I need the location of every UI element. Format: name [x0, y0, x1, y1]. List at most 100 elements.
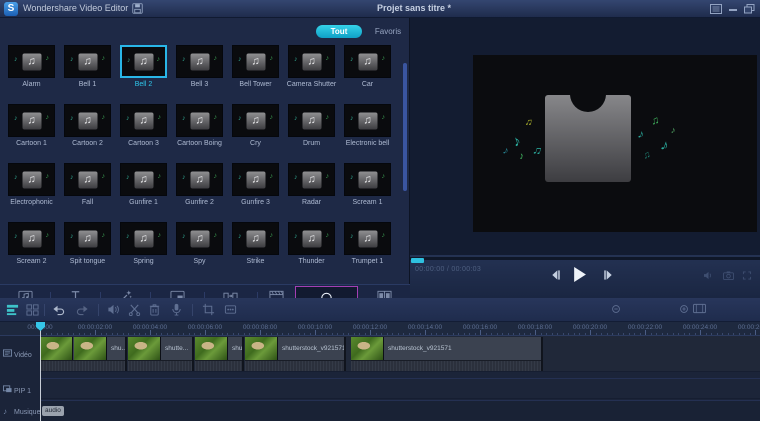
- play-button[interactable]: [573, 267, 586, 282]
- sound-item[interactable]: ♪♫♪Spit tongue: [60, 222, 116, 265]
- track-header-pip-1[interactable]: PIP 1: [0, 385, 40, 395]
- video-clip[interactable]: shutterstock_v921571: [245, 337, 346, 371]
- power-tool-icon[interactable]: [224, 303, 238, 317]
- sound-thumbnail[interactable]: ♪♫♪: [64, 104, 111, 137]
- tab-all[interactable]: Tout: [316, 25, 362, 38]
- library-scrollbar[interactable]: [403, 63, 407, 191]
- sound-item[interactable]: ♪♫♪Strike: [228, 222, 284, 265]
- sound-thumbnail[interactable]: ♪♫♪: [8, 222, 55, 255]
- next-frame-button[interactable]: [603, 270, 614, 280]
- save-icon[interactable]: [132, 3, 143, 14]
- sound-thumbnail[interactable]: ♪♫♪: [344, 222, 391, 255]
- sound-item[interactable]: ♪♫♪Trumpet 1: [340, 222, 396, 265]
- sound-thumbnail[interactable]: ♪♫♪: [288, 104, 335, 137]
- delete-icon[interactable]: [148, 303, 162, 317]
- video-clip[interactable]: shu...: [40, 337, 127, 371]
- sound-thumbnail[interactable]: ♪♫♪: [8, 104, 55, 137]
- sound-thumbnail[interactable]: ♪♫♪: [8, 163, 55, 196]
- ruler-tick: [178, 333, 179, 335]
- sound-thumbnail[interactable]: ♪♫♪: [176, 104, 223, 137]
- sound-item[interactable]: ♪♫♪Cartoon 3: [116, 104, 172, 147]
- audio-mixer-icon[interactable]: [107, 303, 121, 317]
- sound-item[interactable]: ♪♫♪Gunfire 2: [172, 163, 228, 206]
- sound-item[interactable]: ♪♫♪Alarm: [4, 45, 60, 88]
- sound-item[interactable]: ♪♫♪Bell Tower: [228, 45, 284, 88]
- previous-frame-button[interactable]: [550, 270, 561, 280]
- sound-thumbnail[interactable]: ♪♫♪: [288, 163, 335, 196]
- storyboard-icon[interactable]: [26, 303, 40, 317]
- fit-timeline-icon[interactable]: [693, 303, 707, 317]
- audio-clip[interactable]: audio: [42, 406, 64, 416]
- sound-item[interactable]: ♪♫♪Fall: [60, 163, 116, 206]
- volume-icon[interactable]: [703, 271, 714, 280]
- ruler-tick: [634, 333, 635, 335]
- track-header-musique[interactable]: ♪Musique: [0, 407, 40, 416]
- seek-bar[interactable]: [410, 257, 760, 260]
- fullscreen-icon[interactable]: [742, 271, 752, 280]
- split-icon[interactable]: [128, 303, 142, 317]
- sound-thumbnail[interactable]: ♪♫♪: [120, 222, 167, 255]
- music-track-lane[interactable]: [40, 400, 760, 421]
- menu-icon[interactable]: [710, 4, 722, 14]
- sound-item[interactable]: ♪♫♪Cartoon 2: [60, 104, 116, 147]
- snapshot-icon[interactable]: [723, 271, 734, 280]
- timeline-view-icon[interactable]: [6, 303, 20, 317]
- sound-item[interactable]: ♪♫♪Cartoon Boing: [172, 104, 228, 147]
- sound-item[interactable]: ♪♫♪Spring: [116, 222, 172, 265]
- sound-item[interactable]: ♪♫♪Gunfire 1: [116, 163, 172, 206]
- track-header-vid-o[interactable]: Vidéo: [0, 349, 40, 359]
- sound-thumbnail[interactable]: ♪♫♪: [288, 222, 335, 255]
- sound-thumbnail[interactable]: ♪♫♪: [120, 45, 167, 78]
- sound-thumbnail[interactable]: ♪♫♪: [232, 45, 279, 78]
- sound-thumbnail[interactable]: ♪♫♪: [344, 104, 391, 137]
- sound-item[interactable]: ♪♫♪Scream 1: [340, 163, 396, 206]
- sound-item[interactable]: ♪♫♪Bell 3: [172, 45, 228, 88]
- video-clip[interactable]: shutterstock_v921571: [351, 337, 543, 371]
- sound-thumbnail[interactable]: ♪♫♪: [288, 45, 335, 78]
- crop-icon[interactable]: [202, 303, 216, 317]
- sound-item[interactable]: ♪♫♪Electrophonic: [4, 163, 60, 206]
- timeline-ruler[interactable]: 00:00:0000:00:02:0000:00:04:0000:00:06:0…: [0, 322, 760, 336]
- sound-thumbnail[interactable]: ♪♫♪: [232, 163, 279, 196]
- sound-thumbnail[interactable]: ♪♫♪: [120, 104, 167, 137]
- sound-item[interactable]: ♪♫♪Cartoon 1: [4, 104, 60, 147]
- seek-handle[interactable]: [411, 258, 424, 263]
- track-type-icon: [3, 349, 12, 357]
- sound-thumbnail[interactable]: ♪♫♪: [344, 45, 391, 78]
- sound-thumbnail[interactable]: ♪♫♪: [176, 45, 223, 78]
- sound-item[interactable]: ♪♫♪Drum: [284, 104, 340, 147]
- sound-thumbnail[interactable]: ♪♫♪: [120, 163, 167, 196]
- sound-thumbnail[interactable]: ♪♫♪: [8, 45, 55, 78]
- sound-item[interactable]: ♪♫♪Bell 2: [116, 45, 172, 88]
- ruler-tick: [414, 333, 415, 335]
- sound-thumbnail[interactable]: ♪♫♪: [232, 104, 279, 137]
- video-clip[interactable]: shu...: [195, 337, 244, 371]
- sound-thumbnail[interactable]: ♪♫♪: [344, 163, 391, 196]
- sound-item[interactable]: ♪♫♪Car: [340, 45, 396, 88]
- sound-thumbnail[interactable]: ♪♫♪: [64, 45, 111, 78]
- redo-icon[interactable]: [76, 303, 90, 317]
- ruler-tick: [524, 333, 525, 335]
- sound-item[interactable]: ♪♫♪Scream 2: [4, 222, 60, 265]
- sound-thumbnail[interactable]: ♪♫♪: [176, 163, 223, 196]
- sound-item[interactable]: ♪♫♪Electronic bell: [340, 104, 396, 147]
- sound-item[interactable]: ♪♫♪Radar: [284, 163, 340, 206]
- sound-item[interactable]: ♪♫♪Thunder: [284, 222, 340, 265]
- sound-thumbnail[interactable]: ♪♫♪: [176, 222, 223, 255]
- sound-item[interactable]: ♪♫♪Gunfire 3: [228, 163, 284, 206]
- sound-thumbnail[interactable]: ♪♫♪: [64, 222, 111, 255]
- sound-thumbnail[interactable]: ♪♫♪: [64, 163, 111, 196]
- sound-thumbnail[interactable]: ♪♫♪: [232, 222, 279, 255]
- sound-item[interactable]: ♪♫♪Bell 1: [60, 45, 116, 88]
- zoom-in-icon[interactable]: [678, 303, 692, 317]
- video-clip[interactable]: shutte...: [128, 337, 194, 371]
- pip-track-lane[interactable]: [40, 378, 760, 399]
- voiceover-icon[interactable]: [170, 303, 184, 317]
- sound-item[interactable]: ♪♫♪Cry: [228, 104, 284, 147]
- sound-item[interactable]: ♪♫♪Spy: [172, 222, 228, 265]
- undo-icon[interactable]: [52, 303, 66, 317]
- tab-favorites[interactable]: Favoris: [368, 25, 408, 38]
- sound-item[interactable]: ♪♫♪Camera Shutter: [284, 45, 340, 88]
- restore-icon[interactable]: [744, 4, 756, 14]
- zoom-out-icon[interactable]: [610, 303, 624, 317]
